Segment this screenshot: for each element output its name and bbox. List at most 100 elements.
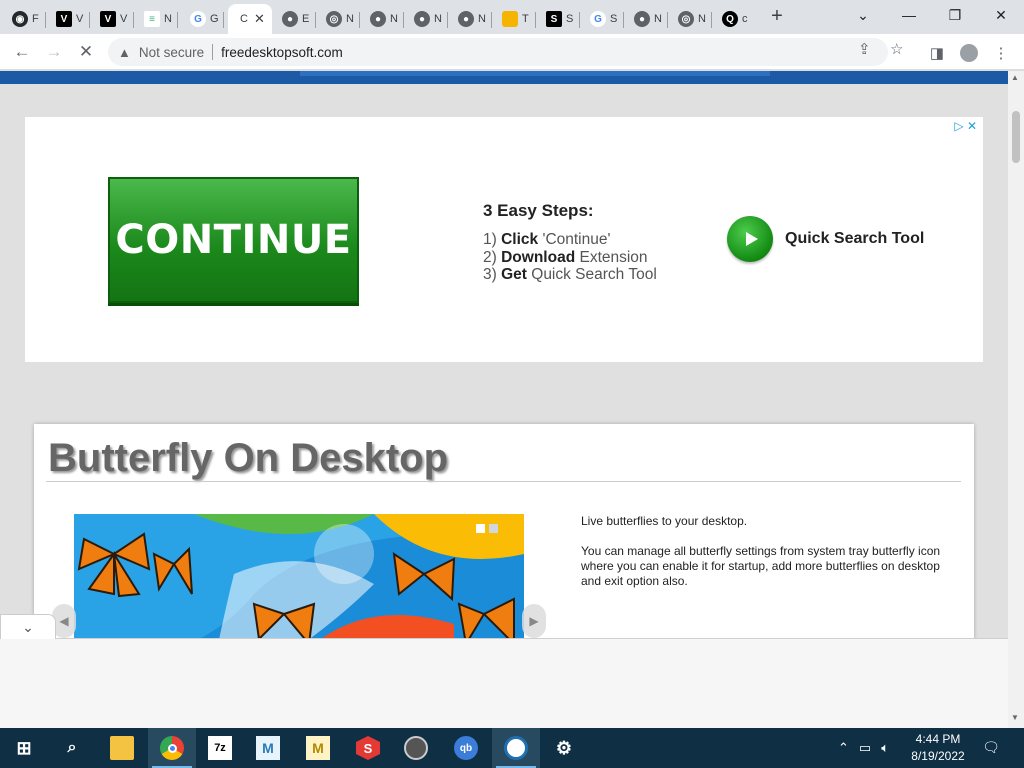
folder-icon [502, 11, 518, 27]
volume-icon[interactable]: 🔈︎ [881, 740, 889, 756]
clock[interactable]: 4:44 PM 8/19/2022 [906, 731, 970, 765]
play-icon[interactable] [727, 216, 773, 262]
v-icon: V [56, 11, 72, 27]
slider-dots[interactable] [476, 524, 498, 533]
network-icon[interactable]: ▭ [859, 740, 871, 756]
tab-active[interactable]: C ✕ [228, 4, 272, 34]
tab-n6[interactable]: ● N [626, 4, 668, 34]
quick-search-tool-link[interactable]: Quick Search Tool [727, 216, 924, 262]
tab-n7[interactable]: ◎ N [670, 4, 712, 34]
steps-heading: 3 Easy Steps: [483, 201, 594, 220]
taskbar-file-explorer[interactable] [98, 728, 146, 768]
step-item: 1) Click 'Continue' [483, 231, 611, 248]
continue-button[interactable]: CONTINUE [108, 177, 359, 303]
menu-kebab-icon[interactable]: ⋮ [990, 42, 1012, 64]
taskbar-chrome[interactable] [148, 728, 196, 768]
tab-title: N [164, 13, 172, 25]
tab-title: C [240, 13, 248, 25]
tab-v1[interactable]: V V [48, 4, 90, 34]
tab-title: F [32, 13, 39, 25]
tab-title: c [742, 13, 748, 25]
divider [212, 44, 214, 60]
slider-dot[interactable] [489, 524, 498, 533]
ad-banner[interactable]: ▷ ✕ CONTINUE 3 Easy Steps: 1) Click 'Con… [25, 117, 983, 362]
page-title: Butterfly On Desktop [48, 436, 449, 480]
slider-dot[interactable] [476, 524, 485, 533]
tab-title: V [120, 13, 128, 25]
settings-icon: ⚙ [555, 737, 573, 758]
tab-title: S [610, 13, 618, 25]
taskbar-m-app-1[interactable]: M [244, 728, 292, 768]
tab-title: N [698, 13, 706, 25]
step-item: 3) Get Quick Search Tool [483, 266, 657, 283]
collapse-toggle-button[interactable]: ⌄ [0, 614, 56, 639]
tab-google[interactable]: G G [182, 4, 224, 34]
globe-icon: ● [282, 11, 298, 27]
taskbar-qbittorrent[interactable]: qb [442, 728, 490, 768]
image-slider[interactable] [74, 514, 524, 638]
browser-toolbar: ← → ✕ ▲ Not secure freedesktopsoft.com ⇪… [0, 34, 1024, 70]
share-icon[interactable]: ⇪ [858, 40, 871, 58]
close-tab-icon[interactable]: ✕ [254, 11, 265, 27]
tab-n3[interactable]: ● N [362, 4, 404, 34]
tab-n2[interactable]: ◎ N [318, 4, 360, 34]
ad-choices-icon[interactable]: ▷ ✕ [954, 119, 977, 133]
scroll-up-icon[interactable]: ▲ [1011, 73, 1019, 82]
scrollbar-thumb[interactable] [1012, 111, 1020, 163]
warning-icon[interactable]: ▲ [118, 45, 131, 60]
taskbar-m-app-2[interactable]: M [294, 728, 342, 768]
tab-c[interactable]: Q c [714, 4, 756, 34]
butterfly-screenshot [74, 514, 524, 638]
tab-n4[interactable]: ● N [406, 4, 448, 34]
stop-loading-button[interactable]: ✕ [74, 40, 98, 64]
minimize-button[interactable]: — [886, 0, 932, 30]
address-bar[interactable]: ▲ Not secure freedesktopsoft.com [108, 38, 888, 66]
taskbar-settings[interactable]: ⚙ [540, 728, 588, 768]
scroll-down-icon[interactable]: ▼ [1011, 713, 1019, 722]
v-icon: V [100, 11, 116, 27]
restore-button[interactable]: ❐ [932, 0, 978, 30]
step-item: 2) Download Extension [483, 248, 648, 266]
globe-icon: ● [634, 11, 650, 27]
clock-time: 4:44 PM [915, 732, 961, 746]
tab-github[interactable]: ◉ F [4, 4, 46, 34]
taskbar-sync-app[interactable] [492, 728, 540, 768]
app-description: Live butterflies to your desktop. You ca… [581, 514, 961, 604]
search-button[interactable]: ⌕ [48, 728, 96, 768]
profile-avatar-icon[interactable] [958, 42, 980, 64]
product-label[interactable]: Quick Search Tool [785, 230, 924, 248]
taskbar-7zip[interactable]: 7z [196, 728, 244, 768]
page-viewport: ▷ ✕ CONTINUE 3 Easy Steps: 1) Click 'Con… [0, 71, 1008, 638]
forward-button[interactable]: → [42, 40, 66, 64]
tab-e[interactable]: ● E [274, 4, 316, 34]
tab-s2[interactable]: G S [582, 4, 624, 34]
windows-taskbar: ⊞ ⌕ 7z M M S qb ⚙ ⌃ ▭ 🔈︎ 4:44 PM 8/19/20 [0, 728, 1024, 768]
notification-icon[interactable]: 🗨︎ [980, 736, 1002, 758]
tab-s1[interactable]: S S [538, 4, 580, 34]
chevron-up-icon[interactable]: ⌃ [838, 740, 849, 756]
github-icon: ◉ [12, 11, 28, 27]
security-label[interactable]: Not secure [139, 45, 204, 60]
tab-n1[interactable]: ≡ N [136, 4, 178, 34]
tab-t[interactable]: T [494, 4, 536, 34]
side-panel-icon[interactable]: ◨ [926, 42, 948, 64]
description-text: Live butterflies to your desktop. [581, 514, 748, 528]
new-tab-button[interactable]: + [766, 6, 788, 28]
qbittorrent-icon: qb [454, 736, 478, 760]
tab-title: N [434, 13, 442, 25]
clock-date: 8/19/2022 [911, 749, 965, 763]
start-button[interactable]: ⊞ [0, 728, 48, 768]
tab-search-icon[interactable]: ⌄ [840, 0, 886, 30]
tab-v2[interactable]: V V [92, 4, 134, 34]
url-text[interactable]: freedesktopsoft.com [221, 45, 343, 60]
taskbar-inkscape[interactable] [392, 728, 440, 768]
back-button[interactable]: ← [10, 40, 34, 64]
close-window-button[interactable]: ✕ [978, 0, 1024, 30]
tab-n5[interactable]: ● N [450, 4, 492, 34]
slider-next-button[interactable]: ▶ [522, 604, 546, 638]
bookmark-star-icon[interactable]: ☆ [890, 40, 903, 58]
taskbar-s-app[interactable]: S [344, 728, 392, 768]
vertical-scrollbar[interactable]: ▲ ▼ [1008, 71, 1024, 728]
google-icon: G [590, 11, 606, 27]
article-card: Butterfly On Desktop ◀ ▶ Live butterflie… [34, 424, 974, 638]
